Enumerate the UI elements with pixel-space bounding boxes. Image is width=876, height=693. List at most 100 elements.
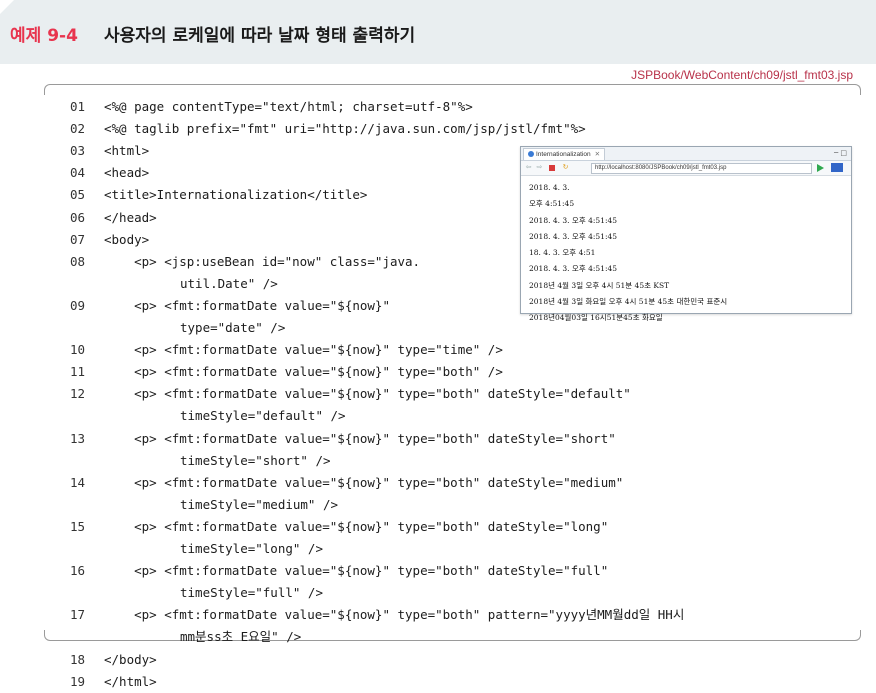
code-text: <p> <jsp:useBean id="now" class="java. [104, 253, 421, 269]
line-number: 14 [70, 474, 86, 490]
output-line: 2018년04월03일 16시51분45초 화요일 [529, 313, 663, 323]
browser-tab-bar: Internationalization ✕ ─ □ [521, 147, 851, 161]
browser-window: Internationalization ✕ ─ □ ⇦ ⇨ ↻ http://l… [520, 146, 852, 322]
code-line: 19 </html> [70, 671, 157, 693]
globe-icon [528, 151, 534, 157]
code-line: 17 <p> <fmt:formatDate value="${now}" ty… [70, 604, 684, 626]
back-icon[interactable]: ⇦ [525, 164, 532, 171]
code-line: mm분ss초 E요일" /> [70, 626, 301, 648]
address-bar[interactable]: http://localhost:8080/JSPBook/ch09/jstl_… [591, 163, 812, 174]
output-line: 2018. 4. 3. [529, 183, 570, 192]
code-text: mm분ss초 E요일" /> [180, 629, 302, 645]
code-line: 15 <p> <fmt:formatDate value="${now}" ty… [70, 516, 608, 538]
output-line: 18. 4. 3. 오후 4:51 [529, 248, 596, 258]
code-line: 18 </body> [70, 649, 157, 671]
line-number: 09 [70, 297, 86, 313]
code-line: 13 <p> <fmt:formatDate value="${now}" ty… [70, 428, 616, 450]
code-text: <head> [104, 165, 150, 181]
line-number: 10 [70, 342, 86, 358]
code-text: <p> <fmt:formatDate value="${now}" type=… [104, 430, 616, 446]
line-number: 04 [70, 165, 86, 181]
code-text: <body> [104, 231, 150, 247]
output-line: 2018년 4월 3일 오후 4시 51분 45초 KST [529, 280, 670, 290]
code-line: util.Date" /> [70, 273, 278, 295]
code-line: 08 <p> <jsp:useBean id="now" class="java… [70, 251, 420, 273]
code-line: type="date" /> [70, 317, 285, 339]
code-line: 10 <p> <fmt:formatDate value="${now}" ty… [70, 339, 503, 361]
code-text: util.Date" /> [180, 275, 278, 291]
go-icon[interactable] [817, 164, 824, 172]
code-line: 01 <%@ page contentType="text/html; chars… [70, 96, 473, 118]
line-number: 02 [70, 121, 86, 137]
example-title: 사용자의 로케일에 따라 날짜 형태 출력하기 [104, 26, 416, 46]
line-number: 05 [70, 187, 86, 203]
code-text: <html> [104, 143, 150, 159]
code-text: <p> <fmt:formatDate value="${now}" [104, 297, 390, 313]
line-number: 06 [70, 209, 86, 225]
line-number: 11 [70, 364, 86, 380]
line-number: 01 [70, 99, 86, 114]
browser-tab[interactable]: Internationalization ✕ [523, 148, 606, 160]
code-text: <p> <fmt:formatDate value="${now}" type=… [104, 518, 609, 534]
code-line: timeStyle="default" /> [70, 405, 346, 427]
code-text: timeStyle="long" /> [180, 541, 323, 556]
line-number: 13 [70, 430, 86, 446]
code-line: 09 <p> <fmt:formatDate value="${now}" [70, 295, 390, 317]
header-notch [0, 0, 14, 14]
code-line: timeStyle="short" /> [70, 450, 331, 472]
code-text: <p> <fmt:formatDate value="${now}" type=… [104, 386, 631, 402]
code-text: timeStyle="medium" /> [180, 496, 339, 512]
browser-nav-bar: ⇦ ⇨ ↻ http://localhost:8080/JSPBook/ch09… [521, 161, 851, 176]
example-header: 예제 9-4 사용자의 로케일에 따라 날짜 형태 출력하기 [0, 0, 876, 64]
line-number: 03 [70, 143, 86, 159]
code-text: <p> <fmt:formatDate value="${now}" type=… [104, 563, 609, 579]
output-line: 2018년 4월 3일 화요일 오후 4시 51분 45초 대한민국 표준시 [529, 297, 728, 307]
example-number: 예제 9-4 [10, 26, 78, 46]
code-line: timeStyle="long" /> [70, 538, 323, 560]
code-text: <p> <fmt:formatDate value="${now}" type=… [104, 342, 503, 358]
line-number: 08 [70, 253, 86, 269]
code-line: 04 <head> [70, 162, 149, 184]
line-number: 07 [70, 231, 86, 247]
code-text: </html> [104, 673, 157, 689]
window-controls[interactable]: ─ □ [834, 147, 847, 159]
code-text: timeStyle="default" /> [180, 408, 346, 424]
code-text: <%@ taglib prefix="fmt" uri="http://java… [104, 121, 586, 137]
browser-content: 2018. 4. 3. 오후 4:51:45 2018. 4. 3. 오후 4:51… [521, 176, 851, 327]
code-text: timeStyle="full" /> [180, 585, 323, 601]
code-text: timeStyle="short" /> [180, 452, 331, 468]
code-line: timeStyle="full" /> [70, 582, 323, 604]
code-text: <%@ page contentType="text/html; charset… [104, 99, 473, 114]
refresh-icon[interactable]: ↻ [562, 164, 569, 171]
code-line: 06 </head> [70, 207, 157, 229]
code-line: 05 <title>Internationalization</title> [70, 184, 367, 206]
stop-icon[interactable] [549, 165, 555, 171]
code-text: </head> [104, 209, 157, 225]
line-number: 17 [70, 607, 86, 623]
line-number: 12 [70, 386, 86, 402]
code-line: 14 <p> <fmt:formatDate value="${now}" ty… [70, 472, 623, 494]
code-text: type="date" /> [180, 320, 286, 335]
extension-icon[interactable] [831, 163, 843, 172]
output-line: 2018. 4. 3. 오후 4:51:45 [529, 215, 618, 225]
line-number: 15 [70, 518, 86, 534]
code-frame-top [44, 84, 861, 95]
code-text: <p> <fmt:formatDate value="${now}" type=… [104, 607, 685, 623]
file-path: JSPBook/WebContent/ch09/jstl_fmt03.jsp [631, 68, 853, 82]
code-line: timeStyle="medium" /> [70, 494, 338, 516]
tab-close-icon[interactable]: ✕ [595, 151, 600, 158]
code-text: <p> <fmt:formatDate value="${now}" type=… [104, 474, 624, 490]
code-text: <p> <fmt:formatDate value="${now}" type=… [104, 364, 503, 380]
output-line: 오후 4:51:45 [529, 199, 575, 209]
code-text: <title>Internationalization</title> [104, 187, 368, 203]
browser-tab-title: Internationalization [536, 151, 591, 158]
code-line: 11 <p> <fmt:formatDate value="${now}" ty… [70, 361, 503, 383]
code-line: 16 <p> <fmt:formatDate value="${now}" ty… [70, 560, 608, 582]
line-number: 18 [70, 651, 86, 667]
code-line: 12 <p> <fmt:formatDate value="${now}" ty… [70, 383, 631, 405]
code-line: 03 <html> [70, 140, 149, 162]
output-line: 2018. 4. 3. 오후 4:51:45 [529, 264, 618, 274]
line-number: 16 [70, 563, 86, 579]
code-line: 02 <%@ taglib prefix="fmt" uri="http://ja… [70, 118, 586, 140]
forward-icon[interactable]: ⇨ [536, 164, 543, 171]
